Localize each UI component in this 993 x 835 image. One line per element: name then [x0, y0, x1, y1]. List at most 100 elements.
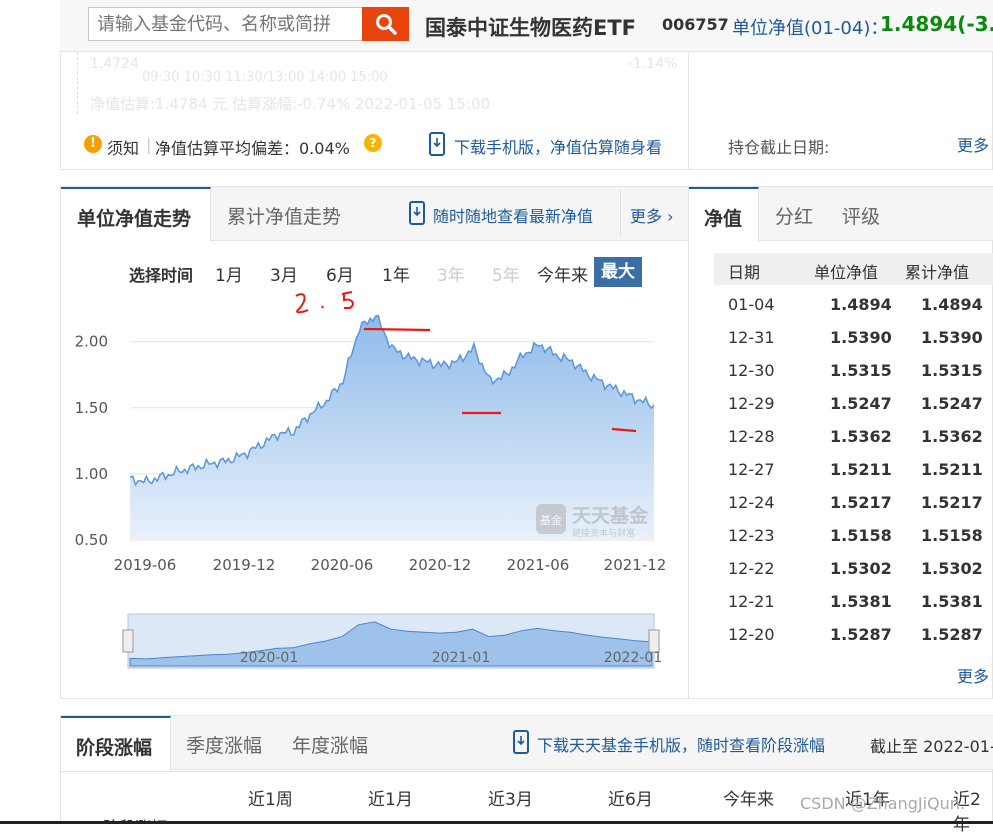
x-tick-label: 2021-06 [507, 556, 570, 574]
row-date: 12-31 [728, 328, 775, 347]
row-acc-nav: 1.5390 [921, 328, 983, 347]
row-acc-nav: 1.5315 [921, 361, 983, 380]
svg-text:链接资本与财富: 链接资本与财富 [572, 527, 635, 539]
annotation-peak-line [363, 327, 431, 332]
header-unit-nav: 单位净值 [814, 263, 879, 282]
watermark-logo: 基金 天天基金 链接资本与财富 [536, 504, 649, 539]
x-tick-label: 2020-06 [311, 556, 374, 574]
stage-column-header: 近1周 [248, 790, 293, 810]
tab-quarterly-return[interactable]: 季度涨幅 [186, 731, 262, 758]
row-date: 12-27 [728, 460, 775, 479]
y-tick-label: 0.50 [75, 531, 108, 549]
row-date: 01-04 [728, 295, 775, 314]
chart-more-link[interactable]: 更多 › [630, 203, 674, 227]
tab-nav[interactable]: 净值 [689, 187, 759, 242]
stage-download-link[interactable]: 下载天天基金手机版，随时查看阶段涨幅 [537, 732, 825, 756]
row-unit-nav: 1.4894 [830, 295, 892, 314]
time-option-1m[interactable]: 1月 [215, 261, 243, 286]
divider [61, 771, 993, 772]
time-option-1y[interactable]: 1年 [382, 261, 410, 286]
download-mobile-link[interactable]: 下载手机版，净值估算随身看 [454, 134, 662, 158]
x-tick-label: 2021-12 [604, 556, 667, 574]
y-tick-label: 1.00 [75, 465, 108, 483]
navigator-left-handle [122, 629, 134, 653]
fund-code: 006757 [662, 15, 729, 34]
fund-name: 国泰中证生物医药ETF [425, 16, 637, 40]
notice-label[interactable]: 须知 [107, 135, 139, 159]
time-option-max[interactable]: 最大 [594, 257, 642, 287]
row-unit-nav: 1.5302 [830, 559, 892, 578]
nav-chart: 2.00 1.50 1.00 0.50 2019-06 2019-12 2020-06 20… [75, 291, 667, 574]
table-row: 12-30 1.5315 1.5315 [714, 354, 993, 387]
estimate-faint-summary: 净值估算:1.4784 元 估算涨幅:-0.74% 2022-01-05 15:… [90, 95, 491, 113]
row-date: 12-24 [728, 493, 775, 512]
row-date: 12-29 [728, 394, 775, 413]
row-unit-nav: 1.5158 [830, 526, 892, 545]
row-acc-nav: 1.4894 [921, 295, 983, 314]
chevron-right-icon: › [662, 207, 674, 226]
row-date: 12-20 [728, 625, 775, 644]
table-row: 01-04 1.4894 1.4894 [714, 288, 993, 321]
phone-icon [409, 201, 425, 225]
csdn-watermark: CSDN @ZhangJiQun. [800, 794, 966, 813]
tab-annual-return[interactable]: 年度涨幅 [292, 731, 368, 758]
holdings-more-link[interactable]: 更多 [957, 132, 989, 156]
x-tick-label: 2020-12 [409, 556, 472, 574]
stage-as-of: 截止至 2022-01- [870, 737, 993, 756]
table-row: 12-20 1.5287 1.5287 [714, 618, 993, 651]
search-button[interactable] [362, 7, 409, 41]
separator: | [146, 135, 152, 154]
header-acc-nav: 累计净值 [905, 263, 970, 282]
y-tick-label: 1.50 [75, 399, 108, 417]
time-option-3y: 3年 [437, 266, 465, 286]
row-unit-nav: 1.5381 [830, 592, 892, 611]
row-date: 12-21 [728, 592, 775, 611]
navigator-x-tick: 2022-01 [604, 650, 663, 666]
row-acc-nav: 1.5247 [921, 394, 983, 413]
svg-text:基金: 基金 [540, 513, 562, 527]
phone-icon [429, 132, 445, 156]
row-unit-nav: 1.5217 [830, 493, 892, 512]
tab-dividend[interactable]: 分红 [775, 202, 813, 229]
time-select-label: 选择时间 [129, 266, 194, 285]
search-input[interactable] [88, 7, 363, 41]
nav-label: 单位净值(01-04)： [732, 18, 889, 39]
time-option-3m[interactable]: 3月 [270, 261, 298, 286]
estimate-axis [77, 52, 78, 114]
search-icon [375, 14, 397, 35]
estimate-faint-pct: -1.14% [628, 56, 678, 72]
navigator-x-tick: 2020-01 [240, 650, 299, 666]
info-icon: ! [84, 135, 102, 153]
svg-text:天天基金: 天天基金 [572, 504, 649, 527]
navigator-x-tick: 2021-01 [432, 650, 491, 666]
row-acc-nav: 1.5211 [921, 460, 983, 479]
x-tick-label: 2019-06 [114, 556, 177, 574]
tab-stage-return[interactable]: 阶段涨幅 [61, 716, 171, 771]
estimate-faint-value: 1.4724 [90, 56, 139, 72]
time-option-6m[interactable]: 6月 [326, 261, 354, 286]
annotation-scribble [295, 291, 354, 314]
nav-table-header: 日期 单位净值 累计净值 [714, 253, 993, 285]
row-acc-nav: 1.5381 [921, 592, 983, 611]
time-option-ytd[interactable]: 今年来 [537, 261, 588, 286]
table-row: 12-31 1.5390 1.5390 [714, 321, 993, 354]
row-acc-nav: 1.5158 [921, 526, 983, 545]
help-icon[interactable]: ? [364, 134, 382, 152]
header-date: 日期 [728, 263, 761, 282]
row-acc-nav: 1.5217 [921, 493, 983, 512]
tab-accumulated-nav-trend[interactable]: 累计净值走势 [227, 202, 341, 229]
mobile-nav-link[interactable]: 随时随地查看最新净值 [433, 203, 593, 227]
phone-icon [513, 730, 529, 754]
estimate-faint-ticks: 09:30 10:30 11:30/13:00 14:00 15:00 [142, 70, 388, 85]
notice-text: 净值估算平均偏差：0.04% [155, 139, 350, 158]
tab-unit-nav-trend[interactable]: 单位净值走势 [61, 187, 211, 242]
row-date: 12-22 [728, 559, 775, 578]
tab-rating[interactable]: 评级 [842, 202, 880, 229]
row-acc-nav: 1.5302 [921, 559, 983, 578]
chart-navigator[interactable]: 2020-01 2021-01 2022-01 [122, 612, 667, 672]
row-unit-nav: 1.5390 [830, 328, 892, 347]
row-date: 12-30 [728, 361, 775, 380]
nav-more-link[interactable]: 更多 [957, 663, 989, 687]
stage-column-header: 今年来 [723, 790, 774, 810]
table-row: 12-24 1.5217 1.5217 [714, 486, 993, 519]
